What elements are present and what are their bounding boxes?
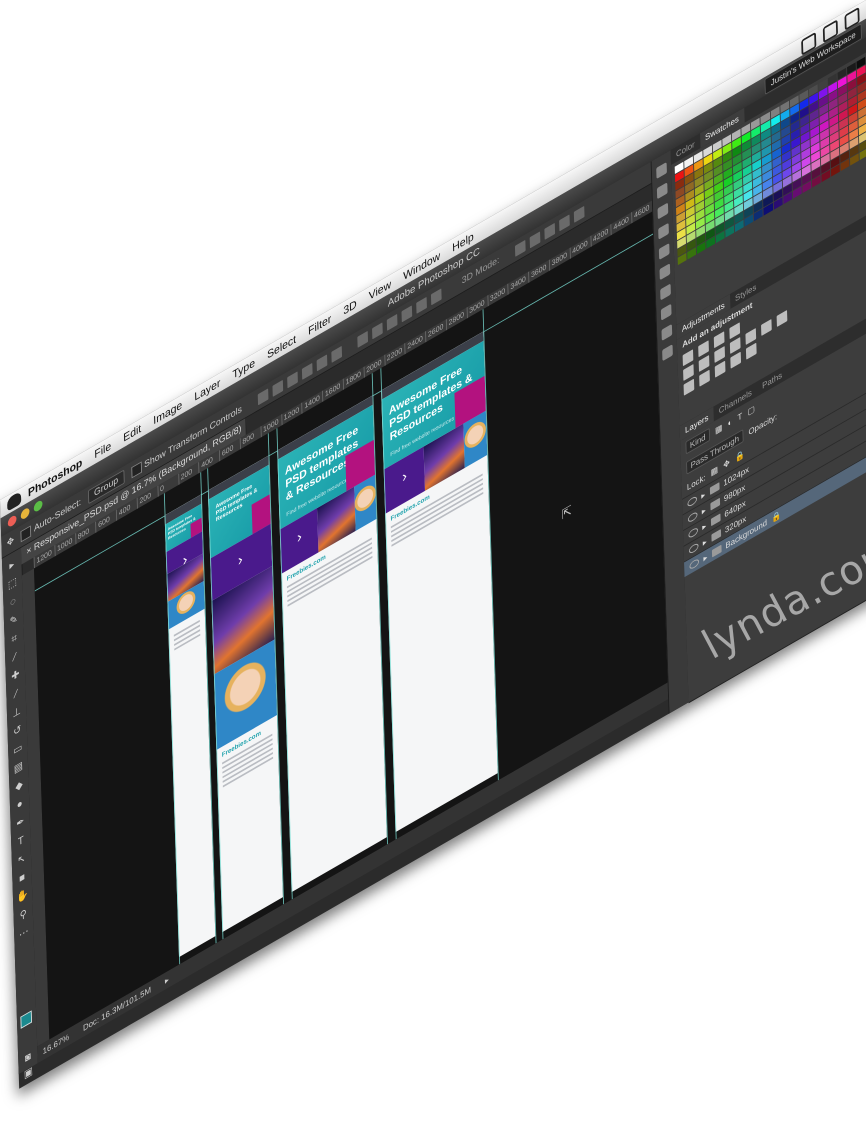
brush-tool-icon[interactable]: ∕: [10, 684, 23, 704]
expand-arrow-icon[interactable]: ▸: [702, 505, 706, 517]
history-panel-icon[interactable]: [656, 162, 667, 180]
quick-select-tool-icon[interactable]: ✎: [7, 611, 20, 631]
zoom-tool-icon[interactable]: ⚲: [17, 905, 30, 925]
threshold-icon[interactable]: [714, 360, 726, 378]
align-bottom-icon[interactable]: [286, 371, 298, 389]
libraries-panel-icon[interactable]: [662, 344, 673, 362]
align-hcenter-icon[interactable]: [316, 354, 327, 372]
pen-tool-icon[interactable]: ✒: [14, 813, 27, 833]
marquee-tool-icon[interactable]: ⬚: [6, 574, 19, 594]
eyedropper-tool-icon[interactable]: ⁄: [9, 647, 22, 667]
move-tool-icon[interactable]: ▸: [6, 555, 19, 575]
3d-orbit-icon[interactable]: [514, 239, 526, 257]
lock-position-icon[interactable]: ✥: [723, 457, 730, 471]
type-tool-icon[interactable]: T: [15, 831, 28, 851]
history-brush-tool-icon[interactable]: ↺: [11, 721, 24, 741]
close-window-button[interactable]: [7, 514, 17, 529]
actions-panel-icon[interactable]: [656, 182, 668, 200]
crop-tool-icon[interactable]: ⌗: [8, 629, 21, 649]
filter-adjustment-icon[interactable]: ◐: [728, 417, 733, 429]
properties-panel-icon[interactable]: [657, 202, 669, 220]
distribute-right-icon[interactable]: [430, 288, 442, 306]
blur-tool-icon[interactable]: ◆: [13, 776, 26, 796]
posterize-icon[interactable]: [699, 369, 710, 387]
expand-arrow-icon[interactable]: ▸: [701, 489, 705, 501]
brush-panel-icon[interactable]: [660, 283, 671, 301]
eraser-tool-icon[interactable]: ▭: [12, 739, 25, 759]
hand-tool-icon[interactable]: ✋: [16, 887, 29, 907]
expand-arrow-icon[interactable]: ▸: [702, 520, 706, 532]
align-right-icon[interactable]: [330, 345, 342, 363]
expand-arrow-icon[interactable]: ▸: [703, 536, 707, 548]
zoom-window-button[interactable]: [33, 499, 43, 514]
filter-pixel-icon[interactable]: ▦: [715, 422, 723, 436]
photoshop-window: Photoshop File Edit Image Layer Type Sel…: [0, 0, 866, 1089]
clone-source-panel-icon[interactable]: [660, 303, 672, 321]
distribute-bottom-icon[interactable]: [386, 313, 398, 331]
distribute-top-icon[interactable]: [356, 330, 368, 348]
distribute-hcenter-icon[interactable]: [415, 296, 427, 314]
minimize-window-button[interactable]: [20, 506, 30, 521]
character-panel-icon[interactable]: [658, 242, 670, 260]
gradient-map-icon[interactable]: [745, 342, 757, 360]
3d-pan-icon[interactable]: [544, 222, 555, 240]
status-menu-arrow-icon[interactable]: ▸: [165, 974, 169, 986]
path-select-tool-icon[interactable]: ↖: [15, 850, 28, 870]
expand-arrow-icon[interactable]: ▸: [703, 551, 707, 563]
layer-lock-icon: 🔒: [771, 508, 782, 524]
align-vcenter-icon[interactable]: [271, 379, 283, 397]
screenshot-wrapper: Photoshop File Edit Image Layer Type Sel…: [0, 0, 866, 1143]
align-top-icon[interactable]: [257, 388, 269, 406]
lasso-tool-icon[interactable]: ◌: [7, 592, 20, 612]
filter-type-icon[interactable]: T: [737, 411, 742, 423]
3d-scale-icon[interactable]: [573, 205, 585, 223]
artboard-980px[interactable]: Awesome Free PSD templates & Resources Fi…: [277, 395, 387, 893]
visibility-eye-icon[interactable]: [689, 557, 700, 571]
notes-panel-icon[interactable]: [661, 323, 673, 341]
folder-icon: [711, 544, 722, 558]
show-transform-checkbox[interactable]: [130, 461, 142, 479]
healing-brush-tool-icon[interactable]: ✚: [9, 666, 22, 686]
lock-pixels-icon[interactable]: ▦: [711, 464, 719, 478]
artboard-1024px[interactable]: Awesome Free PSD templates & Resources Fi…: [381, 331, 498, 833]
align-left-icon[interactable]: [301, 362, 313, 380]
3d-slide-icon[interactable]: [558, 213, 570, 231]
move-cursor-icon: ⇱: [561, 501, 573, 523]
paragraph-panel-icon[interactable]: [659, 263, 671, 281]
distribute-vcenter-icon[interactable]: [371, 322, 383, 340]
info-panel-icon[interactable]: [658, 222, 669, 240]
move-tool-preset-icon[interactable]: ✥: [7, 535, 15, 549]
foreground-color-swatch[interactable]: [20, 1010, 33, 1029]
filter-shape-icon[interactable]: ▢: [747, 403, 755, 417]
3d-roll-icon[interactable]: [529, 230, 541, 248]
invert-icon[interactable]: [683, 378, 695, 396]
clone-stamp-tool-icon[interactable]: ⊥: [10, 703, 23, 723]
dodge-tool-icon[interactable]: ●: [13, 795, 26, 815]
auto-select-checkbox[interactable]: [20, 524, 32, 542]
selective-color-icon[interactable]: [730, 351, 742, 369]
edit-toolbar-icon[interactable]: ⋯: [18, 923, 31, 943]
distribute-left-icon[interactable]: [401, 305, 412, 323]
gradient-tool-icon[interactable]: ▤: [12, 758, 25, 778]
rectangle-tool-icon[interactable]: ■: [16, 868, 29, 888]
